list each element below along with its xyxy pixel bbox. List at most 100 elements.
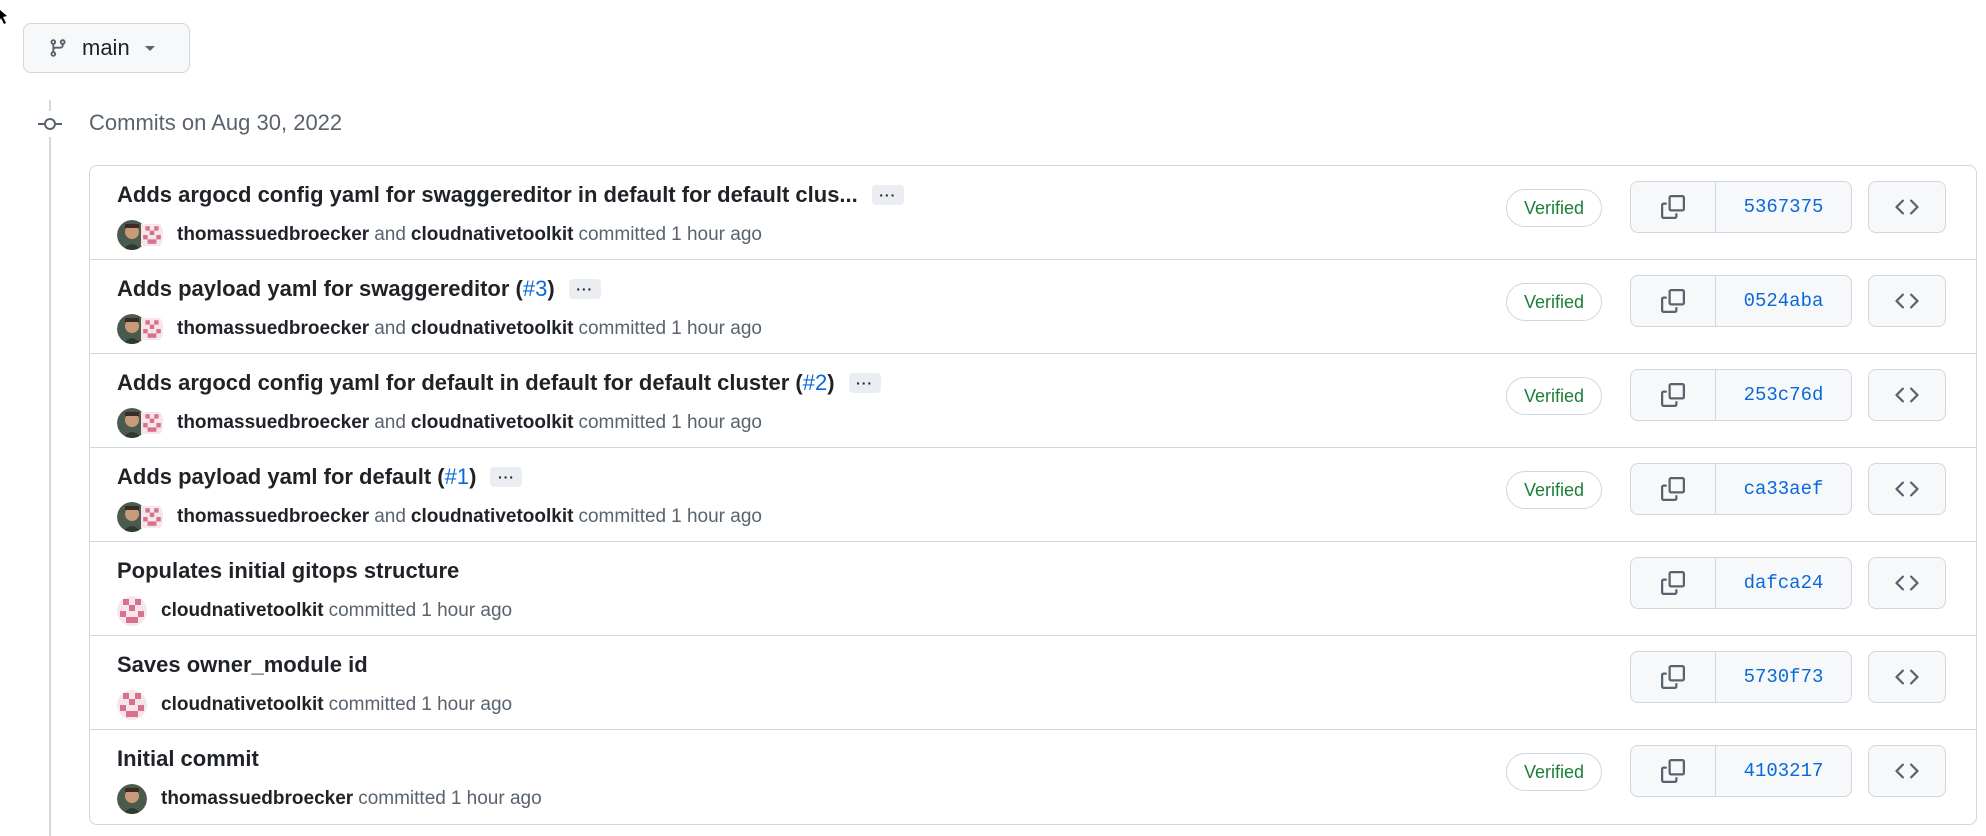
commit-title[interactable]: Adds payload yaml for swaggereditor	[117, 276, 509, 302]
commit-time[interactable]: 1 hour ago	[421, 600, 512, 622]
author-link[interactable]: thomassuedbroecker	[177, 506, 369, 528]
commit-message[interactable]: Adds argocd config yaml for swaggeredito…	[117, 182, 904, 208]
commit-sha-link[interactable]: 5367375	[1716, 182, 1851, 232]
author-avatars[interactable]	[117, 596, 147, 626]
code-icon	[1895, 763, 1919, 779]
commit-sha-link[interactable]: 0524aba	[1716, 276, 1851, 326]
author-link[interactable]: thomassuedbroecker	[161, 788, 353, 810]
commit-time[interactable]: 1 hour ago	[421, 694, 512, 716]
browse-repo-button[interactable]	[1868, 369, 1946, 421]
verified-badge[interactable]: Verified	[1506, 377, 1603, 415]
commit-row: Populates initial gitops structure cloudn…	[90, 542, 1976, 636]
sha-button-group: 0524aba	[1630, 275, 1852, 327]
commit-time[interactable]: 1 hour ago	[671, 224, 762, 246]
commit-sha-link[interactable]: ca33aef	[1716, 464, 1851, 514]
committed-label: committed	[578, 318, 667, 339]
ellipsis-icon[interactable]: ···	[490, 467, 523, 487]
copy-sha-button[interactable]	[1631, 652, 1716, 702]
copy-sha-button[interactable]	[1631, 276, 1716, 326]
commit-title[interactable]: Initial commit	[117, 746, 259, 772]
author-link[interactable]: cloudnativetoolkit	[161, 600, 324, 622]
avatar-cloudnativetoolkit[interactable]	[141, 502, 163, 532]
ellipsis-icon[interactable]: ···	[871, 185, 904, 205]
verified-badge[interactable]: Verified	[1506, 189, 1603, 227]
commit-sha-link[interactable]: 253c76d	[1716, 370, 1851, 420]
git-commit-icon	[37, 111, 63, 137]
commit-row: Adds argocd config yaml for default in d…	[90, 354, 1976, 448]
copy-icon	[1661, 665, 1685, 689]
author-avatars[interactable]	[117, 408, 163, 438]
browse-repo-button[interactable]	[1868, 463, 1946, 515]
commit-sha-link[interactable]: 4103217	[1716, 746, 1851, 796]
author-avatars[interactable]	[117, 784, 147, 814]
author-avatars[interactable]	[117, 314, 163, 344]
copy-sha-button[interactable]	[1631, 558, 1716, 608]
sha-button-group: ca33aef	[1630, 463, 1852, 515]
pull-request-link[interactable]: #1	[445, 464, 469, 490]
author-link[interactable]: cloudnativetoolkit	[411, 318, 574, 340]
commit-message[interactable]: Adds payload yaml for swaggereditor (#3)…	[117, 276, 601, 302]
author-link[interactable]: thomassuedbroecker	[177, 318, 369, 340]
commit-message[interactable]: Saves owner_module id	[117, 652, 368, 678]
branch-name: main	[82, 35, 130, 60]
committed-label: committed	[328, 694, 417, 715]
commit-title[interactable]: Populates initial gitops structure	[117, 558, 459, 584]
author-avatars[interactable]	[117, 220, 163, 250]
code-icon	[1895, 387, 1919, 403]
avatar-cloudnativetoolkit[interactable]	[117, 690, 147, 720]
copy-sha-button[interactable]	[1631, 464, 1716, 514]
commit-sha-link[interactable]: 5730f73	[1716, 652, 1851, 702]
commit-meta: cloudnativetoolkit committed 1 hour ago	[117, 690, 512, 720]
commit-time[interactable]: 1 hour ago	[671, 318, 762, 340]
commit-title[interactable]: Adds payload yaml for default	[117, 464, 431, 490]
commit-message[interactable]: Adds payload yaml for default (#1) ···	[117, 464, 523, 490]
browse-repo-button[interactable]	[1868, 557, 1946, 609]
branch-selector-button[interactable]: main	[23, 23, 190, 73]
browse-repo-button[interactable]	[1868, 745, 1946, 797]
verified-badge[interactable]: Verified	[1506, 471, 1603, 509]
author-link[interactable]: cloudnativetoolkit	[161, 694, 324, 716]
copy-icon	[1661, 195, 1685, 219]
committed-label: committed	[358, 788, 446, 809]
author-avatars[interactable]	[117, 690, 147, 720]
author-avatars[interactable]	[117, 502, 163, 532]
author-link[interactable]: thomassuedbroecker	[177, 412, 369, 434]
copy-sha-button[interactable]	[1631, 370, 1716, 420]
author-joiner: and	[374, 412, 406, 433]
commit-sha-link[interactable]: dafca24	[1716, 558, 1851, 608]
commit-title[interactable]: Adds argocd config yaml for default in d…	[117, 370, 789, 396]
commit-title[interactable]: Saves owner_module id	[117, 652, 368, 678]
ellipsis-icon[interactable]: ···	[848, 373, 881, 393]
copy-sha-button[interactable]	[1631, 182, 1716, 232]
avatar-cloudnativetoolkit[interactable]	[117, 596, 147, 626]
commit-time[interactable]: 1 hour ago	[671, 412, 762, 434]
browse-repo-button[interactable]	[1868, 651, 1946, 703]
committed-label: committed	[578, 224, 667, 245]
author-link[interactable]: cloudnativetoolkit	[411, 224, 574, 246]
commit-time[interactable]: 1 hour ago	[671, 506, 762, 528]
commit-message[interactable]: Adds argocd config yaml for default in d…	[117, 370, 881, 396]
ellipsis-icon[interactable]: ···	[568, 279, 601, 299]
author-joiner: and	[374, 318, 406, 339]
avatar-cloudnativetoolkit[interactable]	[141, 314, 163, 344]
commit-message[interactable]: Initial commit	[117, 746, 259, 772]
pull-request-link[interactable]: #3	[523, 276, 547, 302]
verified-badge[interactable]: Verified	[1506, 283, 1603, 321]
verified-badge[interactable]: Verified	[1506, 753, 1603, 791]
author-link[interactable]: cloudnativetoolkit	[411, 412, 574, 434]
browse-repo-button[interactable]	[1868, 275, 1946, 327]
commit-title[interactable]: Adds argocd config yaml for swaggeredito…	[117, 182, 858, 208]
avatar-thomassuedbroecker[interactable]	[117, 784, 147, 814]
avatar-cloudnativetoolkit[interactable]	[141, 408, 163, 438]
author-link[interactable]: cloudnativetoolkit	[411, 506, 574, 528]
browse-repo-button[interactable]	[1868, 181, 1946, 233]
commit-message[interactable]: Populates initial gitops structure	[117, 558, 459, 584]
copy-sha-button[interactable]	[1631, 746, 1716, 796]
pull-request-link[interactable]: #2	[803, 370, 827, 396]
copy-icon	[1661, 289, 1685, 313]
author-link[interactable]: thomassuedbroecker	[177, 224, 369, 246]
commit-time[interactable]: 1 hour ago	[451, 788, 542, 810]
commit-row: Saves owner_module id cloudnativetoolkit c…	[90, 636, 1976, 730]
avatar-cloudnativetoolkit[interactable]	[141, 220, 163, 250]
commit-row: Adds payload yaml for swaggereditor (#3)…	[90, 260, 1976, 354]
